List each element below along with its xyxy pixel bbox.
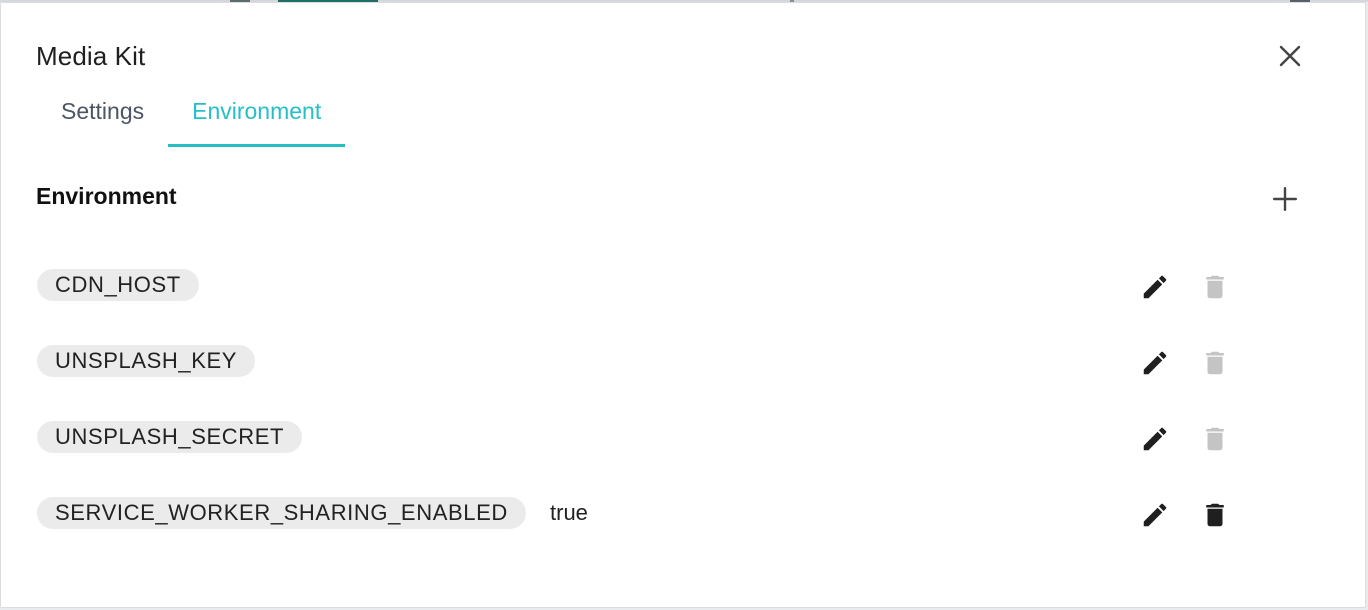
- pencil-icon: [1143, 503, 1167, 527]
- pencil-icon: [1143, 427, 1167, 451]
- edit-variable-button[interactable]: [1137, 497, 1173, 533]
- variable-key-chip[interactable]: CDN_HOST: [37, 269, 199, 301]
- edit-variable-button[interactable]: [1137, 345, 1173, 381]
- pencil-icon: [1143, 351, 1167, 375]
- tab-settings[interactable]: Settings: [37, 85, 168, 145]
- close-icon: [1279, 45, 1301, 67]
- trash-icon: [1206, 503, 1224, 527]
- tab-environment[interactable]: Environment: [168, 85, 346, 147]
- environment-row: UNSPLASH_SECRET: [37, 417, 1247, 457]
- plus-icon: [1272, 186, 1298, 212]
- edit-variable-button[interactable]: [1137, 269, 1173, 305]
- environment-section-title: Environment: [36, 183, 177, 209]
- delete-variable-button[interactable]: [1197, 497, 1233, 533]
- environment-row: CDN_HOST: [37, 265, 1247, 305]
- delete-variable-button[interactable]: [1197, 269, 1233, 305]
- trash-icon: [1206, 275, 1224, 299]
- edit-variable-button[interactable]: [1137, 421, 1173, 457]
- add-variable-button[interactable]: [1269, 183, 1301, 215]
- trash-icon: [1206, 427, 1224, 451]
- delete-variable-button[interactable]: [1197, 421, 1233, 457]
- variable-value: true: [550, 500, 588, 525]
- variable-key-chip[interactable]: UNSPLASH_KEY: [37, 345, 256, 377]
- environment-row: SERVICE_WORKER_SHARING_ENABLED true: [37, 493, 1247, 533]
- dialog-title: Media Kit: [36, 41, 146, 71]
- variable-key-chip[interactable]: UNSPLASH_SECRET: [37, 421, 303, 453]
- trash-icon: [1206, 351, 1224, 375]
- environment-row: UNSPLASH_KEY: [37, 341, 1247, 381]
- media-kit-dialog: Media Kit Settings Environment Environme…: [0, 2, 1366, 608]
- pencil-icon: [1143, 275, 1167, 299]
- tab-bar: Settings Environment: [37, 85, 346, 147]
- close-button[interactable]: [1275, 41, 1305, 71]
- variable-key-chip[interactable]: SERVICE_WORKER_SHARING_ENABLED: [37, 497, 526, 529]
- delete-variable-button[interactable]: [1197, 345, 1233, 381]
